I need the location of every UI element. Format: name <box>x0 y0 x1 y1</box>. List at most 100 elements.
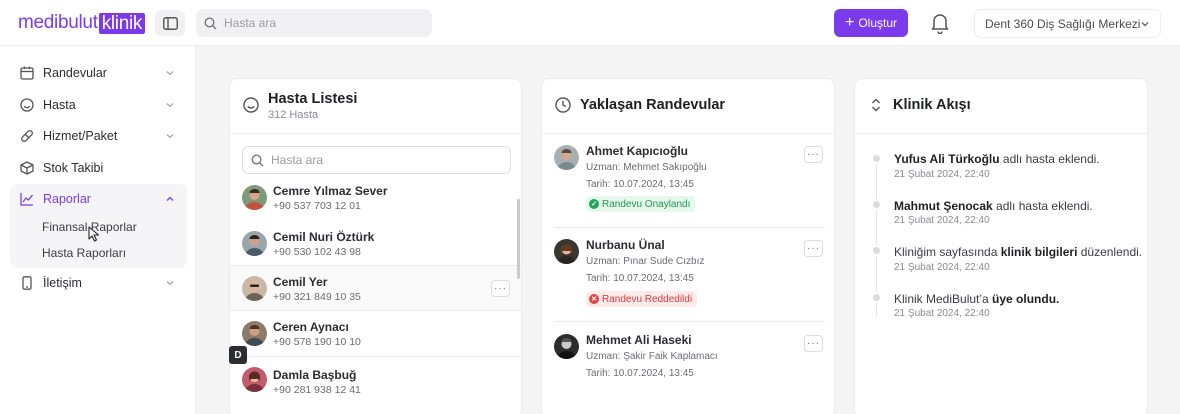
patient-list-panel: Hasta Listesi 312 Hasta Hasta ara Cemre … <box>229 78 522 414</box>
smile-icon <box>19 97 35 113</box>
sidebar-item-stok-takibi[interactable]: Stok Takibi <box>10 154 187 182</box>
feed-event-time: 21 Şubat 2024, 22:40 <box>894 262 990 273</box>
sidebar-item-hizmet-paket[interactable]: Hizmet/Paket <box>10 122 187 150</box>
patient-phone: +90 537 703 12 01 <box>273 200 361 212</box>
patient-search-input[interactable]: Hasta ara <box>242 146 511 174</box>
sidebar-item-hasta[interactable]: Hasta <box>10 91 187 119</box>
mouse-cursor-icon <box>88 226 100 245</box>
patient-phone: +90 530 102 43 98 <box>273 246 361 258</box>
appointment-date: Tarih: 10.07.2024, 13:45 <box>586 273 694 284</box>
chevron-down-icon <box>166 103 174 108</box>
patient-name: Damla Başbuğ <box>273 368 357 382</box>
logo-text: medibulut <box>18 12 98 33</box>
phone-icon <box>19 275 35 291</box>
sidebar-subitem-hasta-raporlari[interactable]: Hasta Raporları <box>42 246 126 260</box>
feed-event-text: Klinik MediBulut’a üye olundu. <box>894 292 1060 306</box>
box-icon <box>19 160 35 176</box>
plus-icon: + <box>844 14 855 31</box>
clock-icon <box>555 97 571 116</box>
more-options-button[interactable]: ··· <box>491 280 510 297</box>
search-placeholder: Hasta ara <box>271 153 324 167</box>
pill-icon <box>19 128 35 144</box>
patient-row[interactable]: Cemil Yer +90 321 849 10 35 ··· <box>230 265 521 311</box>
avatar <box>242 321 267 346</box>
avatar <box>242 276 267 301</box>
appointment-patient-name: Nurbanu Ünal <box>586 238 665 252</box>
chart-line-icon <box>19 191 35 207</box>
more-horizontal-icon: ··· <box>807 242 820 254</box>
sidebar-item-iletisim[interactable]: İletişim <box>10 269 187 297</box>
alphabet-index-badge: D <box>229 346 247 364</box>
sidebar-item-label: Hizmet/Paket <box>43 129 118 143</box>
feed-event-time: 21 Şubat 2024, 22:40 <box>894 308 990 319</box>
patient-phone: +90 321 849 10 35 <box>273 291 361 303</box>
patient-row[interactable]: Damla Başbuğ +90 281 938 12 41 <box>230 356 521 402</box>
x-circle-icon: ✕ <box>589 294 599 304</box>
chevron-down-icon <box>1141 22 1149 27</box>
timeline-dot <box>871 199 882 210</box>
avatar <box>242 185 267 210</box>
avatar <box>242 231 267 256</box>
more-options-button[interactable]: ··· <box>804 335 823 352</box>
timeline-dot <box>871 292 882 303</box>
chevron-down-icon <box>166 281 174 286</box>
logo[interactable]: medibulut klinik <box>18 12 146 34</box>
feed-event-text: Yufus Ali Türkoğlu adlı hasta eklendi. <box>894 152 1100 166</box>
divider <box>554 227 825 228</box>
sidebar-item-randevular[interactable]: Randevular <box>10 59 187 87</box>
bell-icon[interactable] <box>930 12 950 37</box>
chevrons-up-down-icon <box>868 97 884 116</box>
sidebar-item-label: Raporlar <box>43 192 91 206</box>
calendar-icon <box>19 65 35 81</box>
feed-event-text: Kliniğim sayfasında klinik bilgileri düz… <box>894 245 1143 259</box>
sidebar-item-raporlar[interactable]: Raporlar <box>10 185 187 213</box>
search-placeholder: Hasta ara <box>224 16 277 30</box>
appointment-doctor: Uzman: Şakir Faik Kaplamacı <box>586 351 718 362</box>
more-options-button[interactable]: ··· <box>804 146 823 163</box>
chevron-up-icon <box>166 196 174 201</box>
patient-row[interactable]: Cemre Yılmaz Sever +90 537 703 12 01 <box>230 179 521 225</box>
more-horizontal-icon: ··· <box>807 337 820 349</box>
clinic-select[interactable]: Dent 360 Diş Sağlığı Merkezi <box>974 9 1161 38</box>
scrollbar[interactable] <box>517 199 520 279</box>
create-button-label: Oluştur <box>858 16 898 30</box>
appointment-date: Tarih: 10.07.2024, 13:45 <box>586 179 694 190</box>
more-options-button[interactable]: ··· <box>804 240 823 257</box>
sidebar-item-label: Stok Takibi <box>43 161 104 175</box>
status-label: Randevu Reddedildi <box>602 293 693 305</box>
patient-count: 312 Hasta <box>268 109 319 121</box>
avatar <box>242 367 267 392</box>
avatar <box>554 145 579 170</box>
patient-name: Cemre Yılmaz Sever <box>273 184 388 198</box>
patient-name: Cemil Nuri Öztürk <box>273 230 375 244</box>
appointment-patient-name: Ahmet Kapıcıoğlu <box>586 144 689 158</box>
check-icon: ✓ <box>589 199 599 209</box>
appointment-doctor: Uzman: Mehmet Sakıpoğlu <box>586 162 707 173</box>
global-search-input[interactable]: Hasta ara <box>196 9 432 37</box>
status-badge: ✓ Randevu Onaylandı <box>586 196 696 212</box>
status-badge: ✕ Randevu Reddedildi <box>586 291 698 307</box>
sidebar-item-label: İletişim <box>43 276 82 290</box>
panel-header: Yaklaşan Randevular <box>542 79 834 134</box>
clinic-name: Dent 360 Diş Sağlığı Merkezi <box>985 16 1141 31</box>
divider <box>554 321 825 322</box>
patient-phone: +90 281 938 12 41 <box>273 384 361 396</box>
feed-event-time: 21 Şubat 2024, 22:40 <box>894 169 990 180</box>
appointment-doctor: Uzman: Pınar Sude Cızbız <box>586 256 705 267</box>
feed-event-time: 21 Şubat 2024, 22:40 <box>894 215 990 226</box>
panel-header: Hasta Listesi 312 Hasta <box>230 79 521 134</box>
feed-event-text: Mahmut Şenocak adlı hasta eklendi. <box>894 199 1093 213</box>
sidebar-toggle-button[interactable] <box>155 10 185 36</box>
timeline-dot <box>871 153 882 164</box>
create-button[interactable]: + Oluştur <box>834 9 908 37</box>
appointment-date: Tarih: 10.07.2024, 13:45 <box>586 368 694 379</box>
panel-header: Klinik Akışı <box>855 79 1147 134</box>
panel-title: Klinik Akışı <box>893 97 971 113</box>
more-horizontal-icon: ··· <box>807 148 820 160</box>
chevron-down-icon <box>166 134 174 139</box>
patient-name: Cemil Yer <box>273 275 328 289</box>
sidebar-item-label: Hasta <box>43 98 76 112</box>
appointments-panel: Yaklaşan Randevular Ahmet Kapıcıoğlu Uzm… <box>541 78 835 414</box>
search-icon <box>204 16 217 29</box>
timeline-dot <box>871 245 882 256</box>
